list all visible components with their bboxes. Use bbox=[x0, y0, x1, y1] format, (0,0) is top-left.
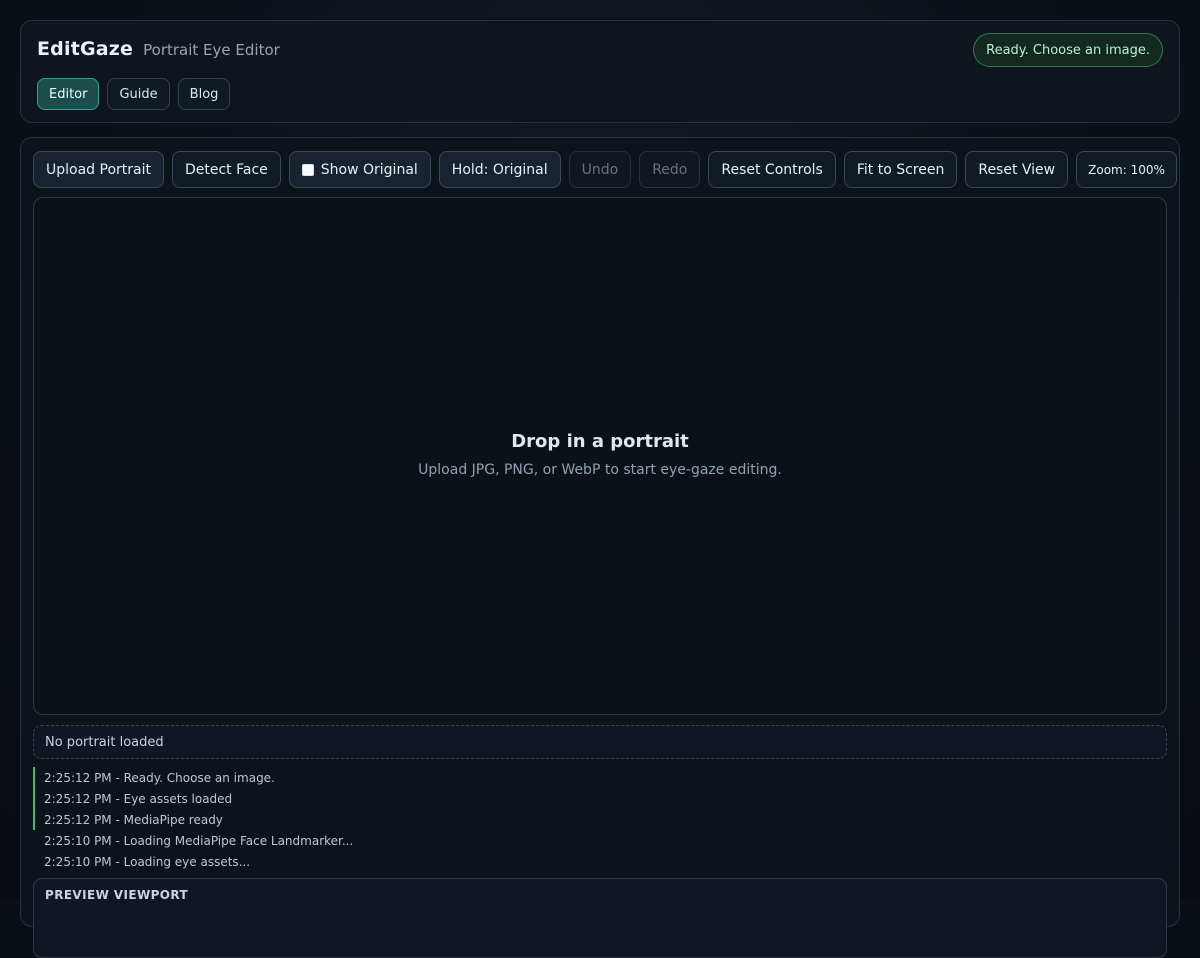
log-entry: 2:25:12 PM - MediaPipe ready bbox=[33, 809, 633, 830]
tab-editor[interactable]: Editor bbox=[37, 78, 100, 110]
show-original-toggle[interactable]: Show Original bbox=[288, 151, 431, 188]
preview-viewport: PREVIEW VIEWPORT bbox=[33, 878, 1167, 958]
drop-zone-description: Upload JPG, PNG, or WebP to start eye-ga… bbox=[418, 462, 782, 478]
show-original-checkbox[interactable] bbox=[301, 163, 314, 176]
tab-blog[interactable]: Blog bbox=[177, 78, 231, 110]
show-original-label: Show Original bbox=[320, 161, 418, 178]
brand-name: EditGaze bbox=[37, 38, 134, 60]
log-entry: 2:25:10 PM - Loading eye assets... bbox=[44, 854, 251, 869]
fit-to-screen-button[interactable]: Fit to Screen bbox=[843, 151, 958, 188]
log-entry: 2:25:12 PM - Eye assets loaded bbox=[33, 788, 633, 809]
portrait-drop-zone[interactable]: Drop in a portrait Upload JPG, PNG, or W… bbox=[33, 197, 1167, 715]
redo-button[interactable]: Redo bbox=[639, 151, 701, 188]
editor-workspace: Upload Portrait Detect Face Show Origina… bbox=[20, 137, 1180, 958]
app-header: EditGaze Portrait Eye Editor Ready. Choo… bbox=[20, 20, 1180, 123]
upload-portrait-button[interactable]: Upload Portrait bbox=[33, 151, 164, 188]
hold-original-button[interactable]: Hold: Original bbox=[438, 151, 561, 188]
tab-guide[interactable]: Guide bbox=[107, 78, 170, 110]
main-navigation: Editor Guide Blog bbox=[37, 78, 231, 110]
log-entry: 2:25:10 PM - Loading MediaPipe Face Land… bbox=[44, 833, 354, 848]
brand-subtitle: Portrait Eye Editor bbox=[143, 41, 280, 59]
reset-view-button[interactable]: Reset View bbox=[965, 151, 1069, 188]
brand: EditGaze Portrait Eye Editor bbox=[37, 38, 280, 60]
log-entry: 2:25:12 PM - Ready. Choose an image. bbox=[33, 767, 633, 788]
reset-controls-button[interactable]: Reset Controls bbox=[708, 151, 836, 188]
status-badge: Ready. Choose an image. bbox=[973, 33, 1163, 67]
zoom-indicator: Zoom: 100% bbox=[1076, 151, 1177, 188]
drop-zone-title: Drop in a portrait bbox=[511, 431, 689, 452]
detect-face-button[interactable]: Detect Face bbox=[171, 151, 281, 188]
portrait-status: No portrait loaded bbox=[33, 725, 1167, 759]
editor-toolbar: Upload Portrait Detect Face Show Origina… bbox=[33, 151, 1177, 188]
activity-log: 2:25:12 PM - Ready. Choose an image. 2:2… bbox=[33, 767, 633, 872]
undo-button[interactable]: Undo bbox=[568, 151, 632, 188]
